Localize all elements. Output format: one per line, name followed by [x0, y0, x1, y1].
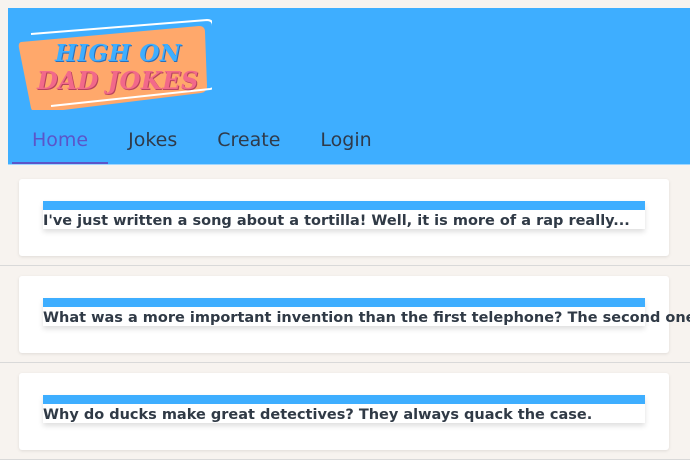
joke-card-content: I've just written a song about a tortill… [43, 201, 645, 229]
joke-text: Why do ducks make great detectives? They… [43, 407, 593, 423]
joke-card-accent-bar [43, 201, 645, 210]
joke-card-accent-bar [43, 298, 645, 307]
nav-tab-login[interactable]: Login [300, 118, 391, 164]
joke-card[interactable]: What was a more important invention than… [19, 276, 690, 353]
nav-tab-create[interactable]: Create [197, 118, 300, 164]
nav-tab-jokes[interactable]: Jokes [108, 118, 197, 164]
site-header: HIGH ON DAD JOKES Home Jokes Create Logi… [8, 8, 690, 165]
list-item: Why do ducks make great detectives? They… [0, 363, 690, 460]
logo-text-line1: HIGH ON [55, 40, 182, 67]
list-item: What was a more important invention than… [0, 266, 690, 363]
list-item: I've just written a song about a tortill… [0, 169, 690, 266]
joke-text: I've just written a song about a tortill… [43, 213, 630, 229]
joke-card-content: Why do ducks make great detectives? They… [43, 395, 645, 423]
main-nav: Home Jokes Create Login [12, 118, 392, 164]
joke-list: I've just written a song about a tortill… [0, 169, 690, 460]
logo-text-line2: DAD JOKES [37, 66, 199, 95]
joke-text: What was a more important invention than… [43, 310, 690, 326]
site-logo[interactable]: HIGH ON DAD JOKES [17, 18, 212, 110]
joke-card[interactable]: Why do ducks make great detectives? They… [19, 373, 669, 450]
joke-card-accent-bar [43, 395, 645, 404]
nav-tab-home[interactable]: Home [12, 118, 109, 164]
joke-card[interactable]: I've just written a song about a tortill… [19, 179, 669, 256]
joke-card-content: What was a more important invention than… [43, 298, 690, 326]
